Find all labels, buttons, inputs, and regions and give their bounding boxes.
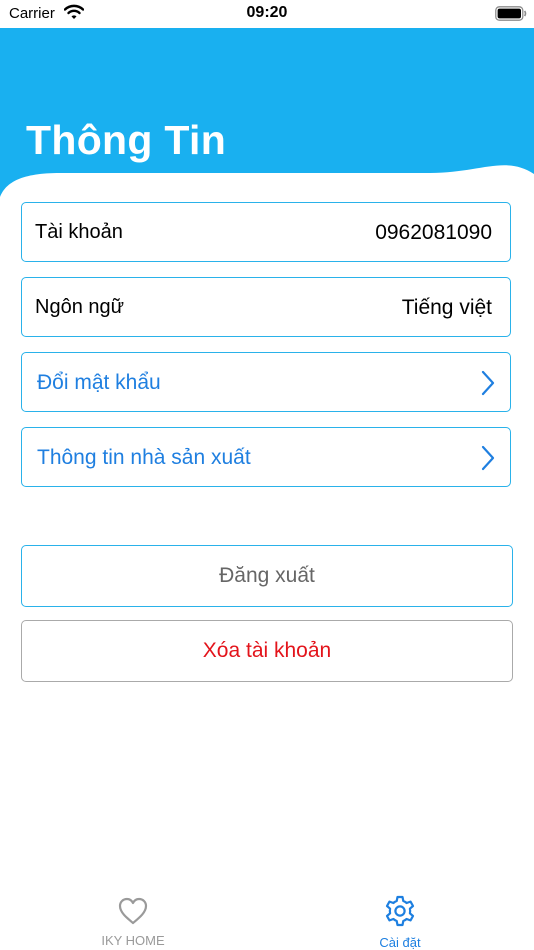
account-value: 0962081090 — [375, 221, 492, 244]
status-time: 09:20 — [246, 4, 288, 21]
change-password-label: Đổi mật khẩu — [37, 371, 161, 394]
manufacturer-info-row[interactable]: Thông tin nhà sản xuất — [21, 427, 511, 487]
tab-label: IKY HOME — [101, 933, 165, 948]
battery-icon — [495, 6, 527, 26]
header-banner: Thông Tin — [0, 27, 534, 202]
manufacturer-info-label: Thông tin nhà sản xuất — [37, 446, 251, 469]
account-row: Tài khoản 0962081090 — [21, 202, 511, 262]
chevron-right-icon — [481, 445, 495, 476]
language-value: Tiếng việt — [401, 296, 492, 319]
status-bar: Carrier 09:20 — [0, 0, 534, 28]
tab-iky-home[interactable]: IKY HOME — [63, 880, 203, 948]
page-title: Thông Tin — [26, 117, 227, 163]
gear-icon — [383, 895, 417, 932]
tab-bar: IKY HOME Cài đặt — [0, 880, 534, 950]
language-label: Ngôn ngữ — [35, 296, 125, 318]
chevron-right-icon — [481, 370, 495, 401]
account-label: Tài khoản — [35, 221, 123, 243]
delete-account-button[interactable]: Xóa tài khoản — [21, 620, 513, 682]
tab-label: Cài đặt — [379, 935, 421, 950]
language-row[interactable]: Ngôn ngữ Tiếng việt — [21, 277, 511, 337]
heart-icon — [117, 897, 149, 930]
change-password-row[interactable]: Đổi mật khẩu — [21, 352, 511, 412]
logout-button[interactable]: Đăng xuất — [21, 545, 513, 607]
tab-settings[interactable]: Cài đặt — [330, 880, 470, 950]
